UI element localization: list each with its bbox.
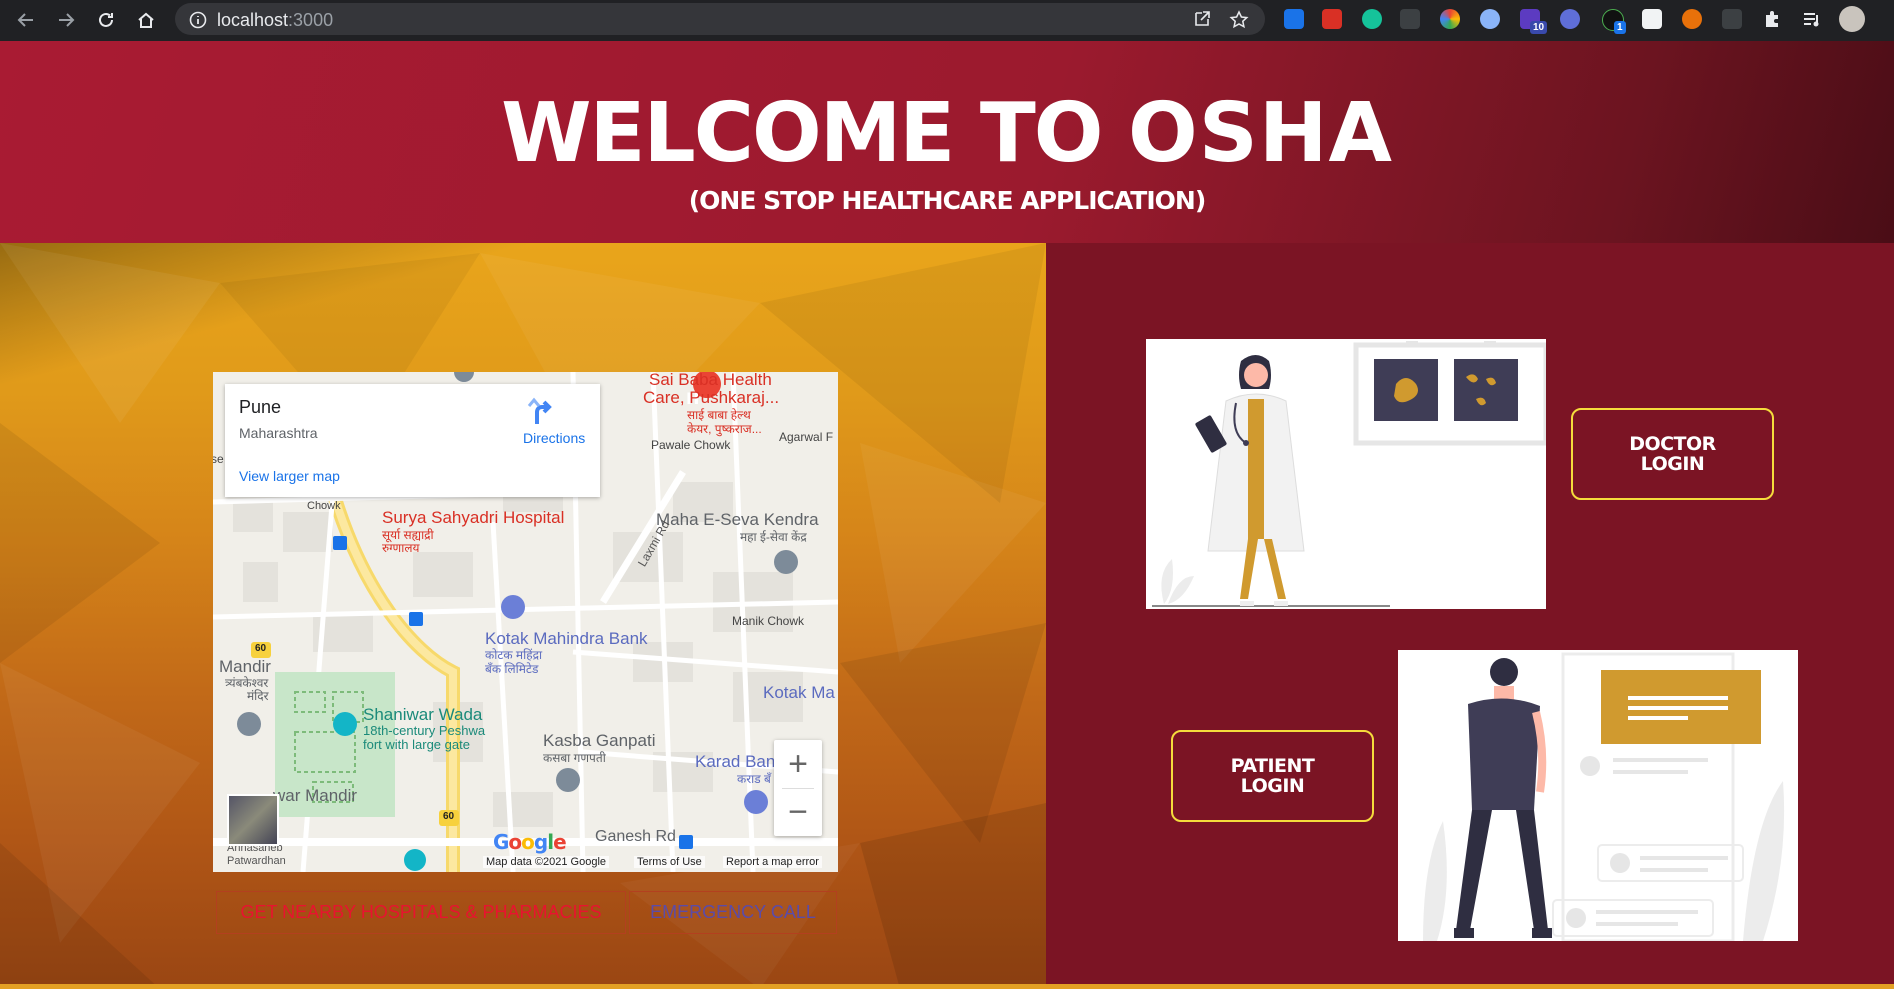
map-label-tryambak-2: मंदिर: [247, 689, 269, 703]
bookmark-star-icon[interactable]: [1229, 10, 1249, 30]
doctor-login-button[interactable]: DOCTOR LOGIN: [1571, 408, 1774, 500]
doctor-figure-icon: [1152, 341, 1546, 607]
patient-login-label: PATIENT LOGIN: [1230, 755, 1315, 797]
map-attribution: Map data ©2021 Google Terms of Use Repor…: [213, 854, 838, 872]
map-label-sai-baba-2: Care, Pushkaraj...: [643, 388, 780, 407]
map-label-shaniwar-1: Shaniwar Wada: [363, 705, 483, 724]
map-data-credit: Map data ©2021 Google: [483, 856, 610, 868]
zoom-control: + −: [774, 740, 822, 836]
browser-toolbar: localhost:3000 10 1: [0, 0, 1894, 41]
back-button[interactable]: [14, 8, 38, 32]
terms-of-use-link[interactable]: Terms of Use: [634, 856, 705, 868]
bottom-gold-strip: [0, 984, 1894, 989]
map-road-60b: 60: [443, 811, 455, 822]
map-place-card: Pune Maharashtra View larger map Directi…: [225, 384, 600, 497]
page-subtitle: (ONE STOP HEALTHCARE APPLICATION): [688, 186, 1207, 215]
map-place-name: Pune: [239, 397, 282, 417]
page-title: WELCOME TO OSHA: [0, 93, 1894, 175]
doctor-login-label: DOCTOR LOGIN: [1629, 433, 1716, 475]
map-label-sai-baba-4: केयर, पुष्कराज...: [687, 422, 762, 436]
map-label-kasba-1: Kasba Ganpati: [543, 731, 656, 750]
patient-login-button[interactable]: PATIENT LOGIN: [1171, 730, 1374, 822]
directions-link[interactable]: Directions: [523, 430, 585, 446]
map-label-surya-3: रुग्णालय: [382, 541, 420, 555]
reload-button[interactable]: [94, 8, 118, 32]
extensions-puzzle-icon[interactable]: [1762, 9, 1782, 29]
extension-7-badge: 10: [1530, 21, 1548, 34]
map-label-shaniwar-3: fort with large gate: [363, 737, 470, 752]
title-brand: OSHA: [1128, 86, 1393, 181]
directions-icon[interactable]: [525, 396, 555, 426]
address-bar[interactable]: localhost:3000: [175, 3, 1265, 35]
home-icon: [138, 12, 154, 28]
map-label-surya-1: Surya Sahyadri Hospital: [382, 508, 565, 527]
extension-10-icon[interactable]: [1642, 9, 1662, 29]
patient-figure-icon: [1423, 652, 1785, 941]
back-arrow-icon: [17, 13, 33, 27]
map-label-ganesh: Ganesh Rd: [595, 828, 676, 845]
extension-4-icon[interactable]: [1400, 9, 1420, 29]
title-prefix: WELCOME TO: [501, 86, 1129, 181]
reload-icon: [99, 12, 113, 27]
extension-2-icon[interactable]: [1322, 9, 1342, 29]
map-label-kasba-2: कसबा गणपती: [543, 751, 606, 765]
extension-9-badge: 1: [1614, 21, 1626, 34]
extension-1-icon[interactable]: [1284, 9, 1304, 29]
map-label-karad-2: कराड बँ: [737, 772, 771, 786]
zoom-out-button[interactable]: −: [774, 788, 822, 836]
extension-12-icon[interactable]: [1722, 9, 1742, 29]
satellite-toggle[interactable]: [227, 794, 279, 846]
map-label-agarwal: Agarwal F: [779, 430, 834, 444]
map-label-chowk: Chowk: [307, 500, 341, 512]
patient-illustration: [1398, 650, 1798, 941]
map-road-60a: 60: [255, 643, 267, 654]
color-picker-icon[interactable]: [1440, 9, 1460, 29]
hero-header: WELCOME TO OSHA (ONE STOP HEALTHCARE APP…: [0, 41, 1894, 243]
get-nearby-hospitals-button[interactable]: GET NEARBY HOSPITALS & PHARMACIES: [216, 891, 626, 934]
map-label-kotak-ma: Kotak Ma: [763, 683, 835, 702]
view-larger-map-link[interactable]: View larger map: [239, 468, 340, 484]
extension-8-icon[interactable]: [1560, 9, 1580, 29]
google-logo: Google: [493, 830, 567, 854]
zoom-in-button[interactable]: +: [774, 740, 822, 788]
map-label-maha-2: महा ई-सेवा केंद्र: [740, 530, 807, 544]
map-label-manik: Manik Chowk: [732, 614, 805, 628]
forward-button[interactable]: [54, 8, 78, 32]
doctor-illustration: [1146, 339, 1546, 609]
map-label-maha-1: Maha E-Seva Kendra: [656, 510, 819, 529]
profile-avatar[interactable]: [1839, 6, 1865, 32]
info-icon[interactable]: [189, 11, 207, 29]
media-control-icon[interactable]: [1802, 9, 1822, 29]
report-map-error-link[interactable]: Report a map error: [723, 856, 822, 868]
home-button[interactable]: [134, 8, 158, 32]
emergency-call-button[interactable]: EMERGENCY CALL: [629, 891, 837, 934]
extension-11-icon[interactable]: [1682, 9, 1702, 29]
map-label-karad-1: Karad Ban: [695, 752, 776, 771]
google-map[interactable]: H Sai Baba Health Care, Pushkaraj... साई…: [213, 372, 838, 872]
map-label-se: se: [213, 452, 224, 466]
map-place-region: Maharashtra: [239, 425, 318, 441]
map-label-shaniwar-2: 18th-century Peshwa: [363, 723, 486, 738]
map-label-war-mandir: war Mandir: [273, 786, 358, 805]
map-label-kotak-3: बँक लिमिटेड: [485, 662, 539, 676]
map-label-pawale: Pawale Chowk: [651, 438, 731, 452]
forward-arrow-icon: [59, 13, 75, 27]
grammarly-icon[interactable]: [1362, 9, 1382, 29]
url-text: localhost:3000: [217, 10, 334, 30]
open-in-new-icon[interactable]: [1193, 10, 1211, 28]
extension-6-icon[interactable]: [1480, 9, 1500, 29]
